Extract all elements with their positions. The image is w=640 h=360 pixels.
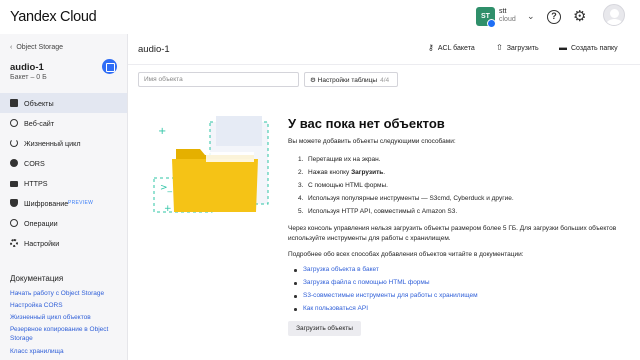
bucket-name: audio-1 (10, 62, 44, 73)
preview-badge: PREVIEW (68, 200, 94, 206)
upload-icon: ⇧ (496, 43, 503, 52)
page-title: audio-1 (138, 44, 170, 55)
table-settings-label: Настройки таблицы (317, 77, 378, 84)
help-icon[interactable]: ? (547, 10, 561, 24)
docs-title: Документация (10, 274, 64, 283)
svg-text:+: + (164, 204, 172, 214)
sidebar-item-label: Операции (24, 219, 58, 228)
docs-link[interactable]: Резервное копирование в Object Storage (10, 325, 122, 343)
sidebar-item-settings[interactable]: Настройки (0, 233, 127, 253)
docs-link[interactable]: Класс хранилища (10, 347, 122, 356)
empty-state-title: У вас пока нет объектов (288, 116, 445, 131)
acl-button[interactable]: ⚷ ACL бакета (428, 43, 475, 52)
sidebar-item-encryption[interactable]: Шифрование PREVIEW (0, 193, 127, 213)
sidebar: ‹ Object Storage audio-1 Бакет – 0 Б Объе… (0, 34, 128, 360)
account-name[interactable]: stt (499, 8, 506, 15)
sidebar-item-label: Шифрование (24, 199, 69, 208)
list-item: 5. Используя HTTP API, совместимый с Amaz… (298, 208, 458, 215)
table-settings-button[interactable]: ⚙ Настройки таблицы 4/4 (304, 72, 398, 87)
doc-link[interactable]: Загрузка файла с помощью HTML формы (303, 279, 430, 286)
docs-link[interactable]: Жизненный цикл объектов (10, 313, 122, 322)
chevron-left-icon: ‹ (10, 44, 13, 51)
header-divider (128, 64, 640, 65)
create-folder-label: Создать папку (571, 45, 618, 52)
back-link[interactable]: ‹ Object Storage (10, 44, 63, 51)
main-content: audio-1 ⚷ ACL бакета ⇧ Загрузить ▬ Создать … (128, 34, 640, 360)
doc-link[interactable]: S3-совместимые инструменты для работы с … (303, 292, 478, 299)
sidebar-item-objects[interactable]: Объекты (0, 93, 127, 113)
list-item: 2. Нажав кнопку Загрузить. (298, 169, 386, 176)
bullet (294, 308, 297, 311)
empty-state-lead: Вы можете добавить объекты следующими сп… (288, 138, 456, 145)
bullet (294, 269, 297, 272)
sidebar-item-label: CORS (24, 159, 45, 168)
sidebar-item-label: Веб-сайт (24, 119, 55, 128)
list-item: 1. Перетащив их на экран. (298, 156, 381, 163)
sidebar-item-label: Настройки (24, 239, 60, 248)
user-avatar[interactable] (603, 4, 625, 26)
sidebar-item-operations[interactable]: Операции (0, 213, 127, 233)
folder-icon (10, 99, 18, 107)
docs-note: Подробнее обо всех способах добавления о… (288, 251, 524, 258)
sidebar-item-label: Жизненный цикл (24, 139, 81, 148)
acl-label: ACL бакета (437, 45, 475, 52)
sidebar-item-https[interactable]: HTTPS (0, 173, 127, 193)
sidebar-item-label: HTTPS (24, 179, 48, 188)
sidebar-item-label: Объекты (24, 99, 54, 108)
gear-icon[interactable]: ⚙ (573, 7, 586, 25)
svg-text:>_: >_ (160, 183, 173, 193)
doc-link[interactable]: Загрузка объекта в бакет (303, 266, 379, 273)
bucket-icon (102, 59, 117, 74)
docs-link[interactable]: Начать работу с Object Storage (10, 289, 122, 298)
size-limit-note: Через консоль управления нельзя загрузит… (288, 225, 617, 242)
table-settings-count: 4/4 (380, 77, 390, 84)
shield-icon (10, 199, 18, 207)
logo[interactable]: Yandex Cloud (10, 9, 97, 25)
upload-button[interactable]: ⇧ Загрузить (496, 43, 539, 52)
app: Yandex Cloud ST stt cloud ⌄ ? ⚙ ‹ Object … (0, 0, 640, 360)
create-folder-button[interactable]: ▬ Создать папку (559, 43, 618, 52)
key-icon: ⚷ (428, 43, 434, 52)
sidebar-item-website[interactable]: Веб-сайт (0, 113, 127, 133)
back-label: Object Storage (16, 44, 64, 51)
account-sub[interactable]: cloud (499, 16, 516, 23)
sidebar-item-cors[interactable]: CORS (0, 153, 127, 173)
lifecycle-icon (10, 139, 18, 147)
svg-text:+: + (158, 126, 166, 137)
operations-icon (10, 219, 18, 227)
settings-icon: ⚙ (310, 77, 318, 84)
top-bar: Yandex Cloud ST stt cloud ⌄ ? ⚙ (0, 0, 640, 34)
gear-icon (10, 239, 18, 247)
empty-folder-illustration: + >_ + (153, 116, 269, 214)
doc-link[interactable]: Как пользоваться API (303, 305, 368, 312)
docs-link[interactable]: Настройка CORS (10, 301, 122, 310)
folder-icon: ▬ (559, 43, 567, 52)
globe-icon (10, 119, 18, 127)
lock-icon (10, 181, 18, 187)
upload-objects-button[interactable]: Загрузить объекты (288, 321, 361, 336)
chevron-down-icon[interactable]: ⌄ (527, 11, 535, 22)
bucket-size: Бакет – 0 Б (10, 74, 47, 81)
list-item: 3. С помощью HTML формы. (298, 182, 388, 189)
upload-label: Загрузить (506, 45, 539, 52)
bullet (294, 282, 297, 285)
bullet (294, 295, 297, 298)
sidebar-item-lifecycle[interactable]: Жизненный цикл (0, 133, 127, 153)
search-input[interactable]: Имя объекта (138, 72, 299, 87)
cors-icon (10, 159, 18, 167)
account-status-dot (487, 19, 496, 28)
list-item: 4. Используя популярные инструменты — S3c… (298, 195, 514, 202)
